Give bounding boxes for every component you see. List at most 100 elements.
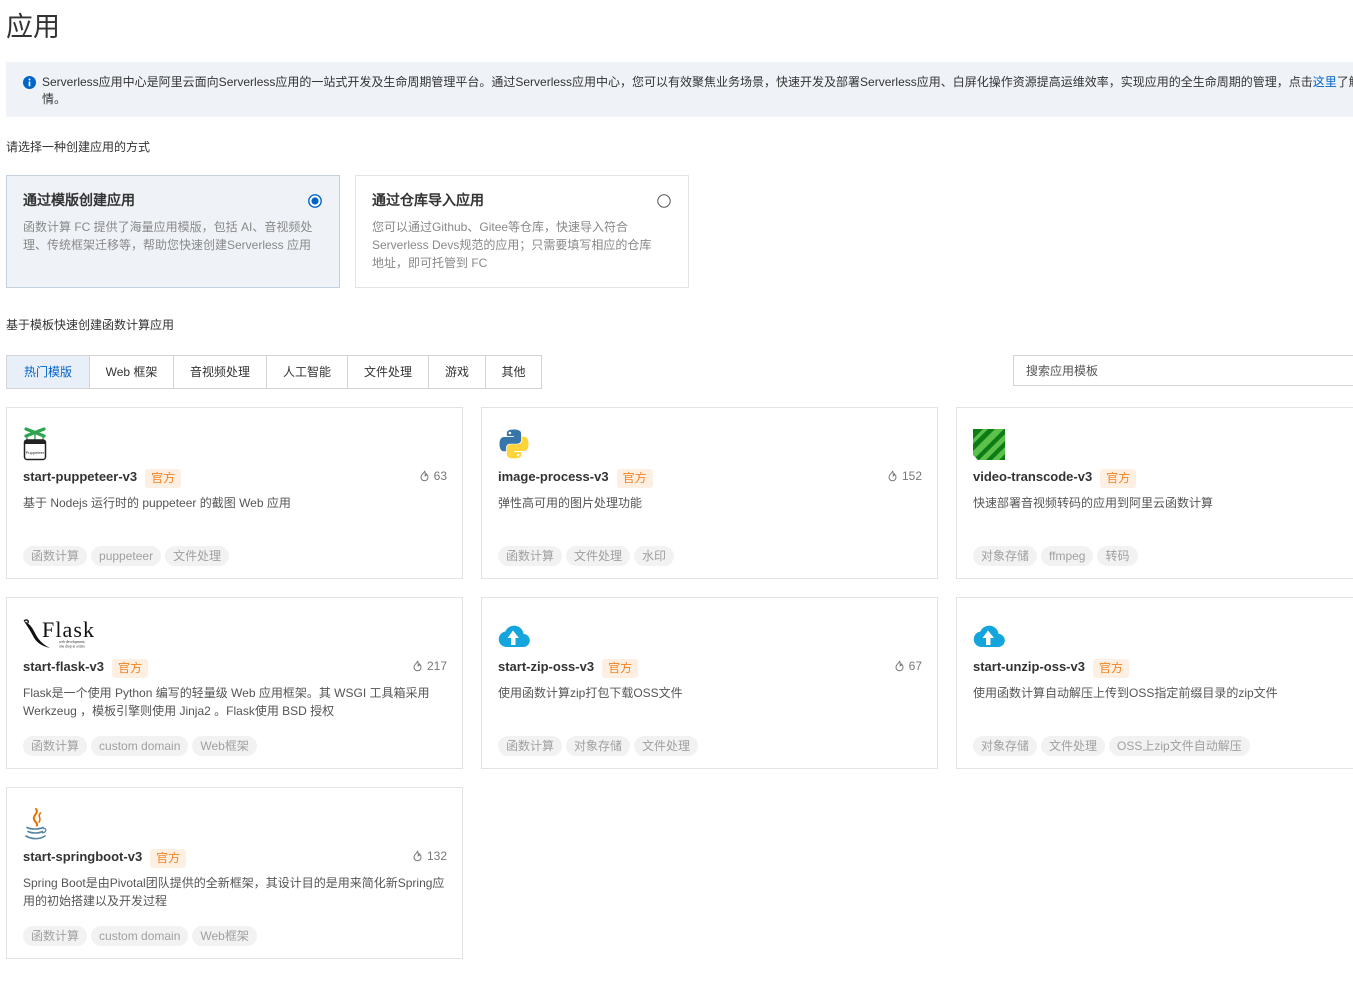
banner-text-end: 了解更 bbox=[1336, 75, 1353, 89]
tab-hot[interactable]: 热门模版 bbox=[7, 356, 89, 388]
templates-heading: 基于模板快速创建函数计算应用 bbox=[6, 318, 175, 332]
popularity-count-value: 152 bbox=[901, 469, 922, 483]
tab-audio-video[interactable]: 音视频处理 bbox=[173, 356, 266, 388]
template-card-start-zip-oss-v3[interactable]: start-zip-oss-v3 官方 67 使用函数计算zip打包下载OSS文… bbox=[481, 597, 938, 769]
template-title-row: image-process-v3 官方 bbox=[498, 467, 653, 488]
banner-text-start: Serverless应用中心是阿里云面向Serverless应用的一站式开发及生… bbox=[42, 75, 1313, 89]
popularity-count: 63 bbox=[419, 469, 447, 483]
tag: Web框架 bbox=[192, 736, 257, 756]
template-name: image-process-v3 bbox=[498, 469, 609, 484]
python-icon bbox=[499, 429, 529, 459]
create-method-prompt: 请选择一种创建应用的方式 bbox=[6, 140, 151, 154]
template-title-row: start-unzip-oss-v3 官方 bbox=[973, 657, 1129, 678]
tab-ai[interactable]: 人工智能 bbox=[266, 356, 347, 388]
template-name: video-transcode-v3 bbox=[973, 469, 1093, 484]
template-search-input[interactable] bbox=[1014, 356, 1353, 385]
tab-file-processing[interactable]: 文件处理 bbox=[347, 356, 428, 388]
template-icon bbox=[23, 807, 48, 841]
tab-web-framework[interactable]: Web 框架 bbox=[89, 356, 173, 388]
official-badge: 官方 bbox=[111, 658, 148, 678]
flame-icon bbox=[888, 470, 897, 482]
popularity-count-value: 132 bbox=[426, 849, 447, 863]
template-name: start-unzip-oss-v3 bbox=[973, 659, 1085, 674]
template-card-start-unzip-oss-v3[interactable]: start-unzip-oss-v3 官方 使用函数计算自动解压上传到OSS指定… bbox=[956, 597, 1353, 769]
option-title: 通过模版创建应用 bbox=[23, 192, 135, 208]
template-card-video-transcode-v3[interactable]: video-transcode-v3 官方 快速部署音视频转码的应用到阿里云函数… bbox=[956, 407, 1353, 579]
tag: 文件处理 bbox=[634, 736, 699, 756]
tag: 文件处理 bbox=[566, 546, 631, 566]
cloud-upload-icon bbox=[498, 625, 530, 647]
template-card-start-springboot-v3[interactable]: start-springboot-v3 官方 132 Spring Boot是由… bbox=[6, 787, 463, 959]
tab-other[interactable]: 其他 bbox=[485, 356, 541, 388]
template-title-row: start-flask-v3 官方 bbox=[23, 657, 148, 678]
java-icon bbox=[25, 807, 47, 839]
template-name: start-springboot-v3 bbox=[23, 849, 143, 864]
popularity-count: 67 bbox=[894, 659, 922, 673]
tag: ffmpeg bbox=[1041, 546, 1094, 566]
tag: 水印 bbox=[634, 546, 675, 566]
info-banner: Serverless应用中心是阿里云面向Serverless应用的一站式开发及生… bbox=[6, 62, 1353, 117]
banner-line-2: 情。 bbox=[42, 91, 1353, 108]
template-title-row: start-springboot-v3 官方 bbox=[23, 847, 187, 868]
tag: 转码 bbox=[1097, 546, 1138, 566]
template-icon: Flask web development, one drop at a tim… bbox=[23, 617, 97, 651]
option-create-from-template[interactable]: 通过模版创建应用 函数计算 FC 提供了海量应用模版，包括 AI、音视频处理、传… bbox=[6, 175, 340, 288]
tag: 文件处理 bbox=[165, 546, 230, 566]
template-description: 使用函数计算zip打包下载OSS文件 bbox=[498, 686, 683, 700]
template-tags: 函数计算 对象存储 文件处理 bbox=[498, 736, 702, 756]
tag: 对象存储 bbox=[973, 736, 1038, 756]
puppeteer-icon: Puppeteer bbox=[23, 427, 47, 461]
popularity-count-value: 67 bbox=[908, 659, 922, 673]
template-card-start-puppeteer-v3[interactable]: Puppeteer start-puppeteer-v3 官方 63 基于 No… bbox=[6, 407, 463, 579]
option-description: 函数计算 FC 提供了海量应用模版，包括 AI、音视频处理、传统框架迁移等，帮助… bbox=[23, 220, 313, 252]
option-import-from-repo[interactable]: 通过仓库导入应用 您可以通过Github、Gitee等仓库，快速导入符合Serv… bbox=[355, 175, 689, 288]
radio-selected-icon[interactable] bbox=[308, 194, 322, 208]
template-description: 使用函数计算自动解压上传到OSS指定前缀目录的zip文件 bbox=[973, 686, 1278, 700]
banner-text-continued: 情。 bbox=[42, 92, 67, 106]
template-title-row: start-zip-oss-v3 官方 bbox=[498, 657, 639, 678]
official-badge: 官方 bbox=[1100, 468, 1137, 488]
puppeteer-logo-text: Puppeteer bbox=[26, 450, 45, 455]
template-title-row: start-puppeteer-v3 官方 bbox=[23, 467, 182, 488]
official-badge: 官方 bbox=[1092, 658, 1129, 678]
flask-logo-text: Flask bbox=[42, 618, 94, 642]
popularity-count-value: 63 bbox=[433, 469, 447, 483]
radio-unselected-icon[interactable] bbox=[657, 194, 671, 208]
template-description: 基于 Nodejs 运行时的 puppeteer 的截图 Web 应用 bbox=[23, 496, 291, 510]
template-card-start-flask-v3[interactable]: Flask web development, one drop at a tim… bbox=[6, 597, 463, 769]
ffmpeg-icon bbox=[973, 428, 1005, 460]
official-badge: 官方 bbox=[616, 468, 653, 488]
option-title: 通过仓库导入应用 bbox=[372, 192, 484, 208]
info-icon bbox=[23, 76, 36, 89]
official-badge: 官方 bbox=[602, 658, 639, 678]
page-title: 应用 bbox=[6, 12, 60, 42]
tag: 文件处理 bbox=[1041, 736, 1106, 756]
template-card-grid: Puppeteer start-puppeteer-v3 官方 63 基于 No… bbox=[6, 407, 1353, 959]
flask-logo: Flask web development, one drop at a tim… bbox=[23, 618, 94, 649]
template-tags: 函数计算 文件处理 水印 bbox=[498, 546, 678, 566]
banner-line-1: Serverless应用中心是阿里云面向Serverless应用的一站式开发及生… bbox=[42, 74, 1353, 91]
template-description: Spring Boot是由Pivotal团队提供的全新框架，其设计目的是用来简化… bbox=[23, 876, 445, 908]
template-icon bbox=[498, 427, 530, 461]
template-tags: 对象存储 ffmpeg 转码 bbox=[973, 546, 1142, 566]
template-tags: 函数计算 custom domain Web框架 bbox=[23, 736, 261, 756]
template-tags: 对象存储 文件处理 OSS上zip文件自动解压 bbox=[973, 736, 1254, 756]
official-badge: 官方 bbox=[145, 468, 182, 488]
template-icon bbox=[973, 617, 1005, 651]
flame-icon bbox=[413, 850, 422, 862]
tag: 对象存储 bbox=[973, 546, 1038, 566]
template-description: 弹性高可用的图片处理功能 bbox=[498, 496, 643, 510]
tag: 对象存储 bbox=[566, 736, 631, 756]
learn-more-link[interactable]: 这里 bbox=[1313, 75, 1337, 89]
tag: puppeteer bbox=[91, 546, 162, 566]
cloud-upload-icon bbox=[973, 625, 1005, 647]
template-icon bbox=[498, 617, 530, 651]
template-tags: 函数计算 puppeteer 文件处理 bbox=[23, 546, 233, 566]
template-name: start-flask-v3 bbox=[23, 659, 104, 674]
tag: 函数计算 bbox=[23, 736, 88, 756]
tab-games[interactable]: 游戏 bbox=[428, 356, 485, 388]
template-search bbox=[1013, 355, 1353, 386]
tag: 函数计算 bbox=[23, 926, 88, 946]
template-card-image-process-v3[interactable]: image-process-v3 官方 152 弹性高可用的图片处理功能 函数计… bbox=[481, 407, 938, 579]
tag: 函数计算 bbox=[23, 546, 88, 566]
